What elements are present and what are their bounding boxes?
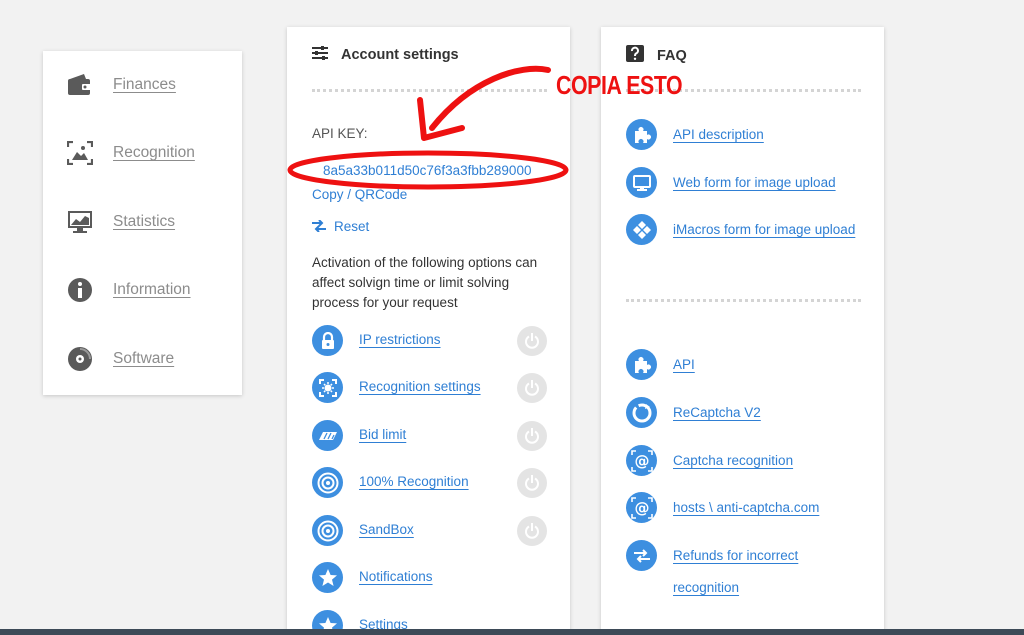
faq-title: FAQ [657,47,687,64]
option-bid-limit: Bid limit [312,420,552,452]
puzzle-icon [626,349,657,380]
faq-link-label[interactable]: iMacros form for image upload [673,214,863,246]
svg-text:@: @ [634,499,649,517]
faq-link-label[interactable]: API [673,349,863,381]
divider [312,89,547,92]
nav-label[interactable]: Information [113,281,191,299]
navigation-panel: Finances Recognition Statistics Informat… [43,51,242,395]
power-toggle[interactable] [517,421,547,451]
lock-icon [312,325,343,356]
nav-item-software[interactable]: Software [67,343,237,375]
divider [626,299,861,302]
faq-link-label[interactable]: Captcha recognition [673,445,863,477]
recaptcha-icon [626,397,657,428]
at-sign-icon: @ [626,445,657,476]
faq-link-label[interactable]: API description [673,119,863,151]
power-toggle[interactable] [517,468,547,498]
reset-button[interactable]: Reset [312,217,369,236]
power-toggle[interactable] [517,516,547,546]
nav-item-finances[interactable]: Finances [67,69,237,101]
taskbar-strip [0,629,1024,635]
faq-link-label[interactable]: Refunds for incorrect recognition [673,540,863,604]
option-sandbox: SandBox [312,515,552,547]
copy-qrcode-link[interactable]: Copy / QRCode [312,187,407,202]
option-label[interactable]: SandBox [359,522,414,537]
option-label[interactable]: IP restrictions [359,332,441,347]
faq-link-label[interactable]: ReCaptcha V2 [673,397,863,429]
nav-item-recognition[interactable]: Recognition [67,137,237,169]
account-settings-title: Account settings [341,46,459,63]
monitor-icon [626,167,657,198]
option-notifications: Notifications [312,562,552,594]
nav-item-statistics[interactable]: Statistics [67,206,237,238]
option-recognition-settings: Recognition settings [312,372,552,404]
target-icon [312,515,343,546]
faq-panel: FAQ API description Web form for image u… [601,27,884,635]
help-icon [626,45,644,66]
option-100-recognition: 100% Recognition [312,467,552,499]
swap-arrows-icon [312,217,326,236]
option-label[interactable]: Notifications [359,569,433,584]
options-description: Activation of the following options can … [312,255,538,310]
star-icon [312,562,343,593]
reset-label[interactable]: Reset [334,219,369,234]
nav-label[interactable]: Software [113,350,174,368]
bid-limit-icon [312,420,343,451]
target-icon [312,467,343,498]
nav-label[interactable]: Finances [113,76,176,94]
annotation-text: COPIA ESTO [556,70,683,100]
option-label[interactable]: Bid limit [359,427,406,442]
sliders-icon [312,45,328,64]
imacros-icon [626,214,657,245]
image-recognition-icon [67,140,93,166]
api-key-value[interactable]: 8a5a33b011d50c76f3a3fbb289000 [323,163,547,178]
info-icon [67,277,93,303]
power-toggle[interactable] [517,326,547,356]
option-ip-restrictions: IP restrictions [312,325,552,357]
disc-icon [67,346,93,372]
faq-link-label[interactable]: Web form for image upload [673,167,863,199]
wallet-icon [67,72,93,98]
option-label[interactable]: Recognition settings [359,379,481,394]
faq-header: FAQ [626,45,687,66]
svg-text:@: @ [634,452,649,470]
account-settings-header: Account settings [312,45,459,64]
power-toggle[interactable] [517,373,547,403]
account-settings-panel: Account settings API KEY: 8a5a33b011d50c… [287,27,570,635]
api-key-label: API KEY: [312,126,368,141]
puzzle-icon [626,119,657,150]
swap-arrows-icon [626,540,657,571]
nav-item-information[interactable]: Information [67,274,237,306]
option-label[interactable]: 100% Recognition [359,474,469,489]
at-sign-icon: @ [626,492,657,523]
faq-link-label[interactable]: hosts \ anti-captcha.com [673,492,863,524]
nav-label[interactable]: Recognition [113,144,195,162]
recognition-settings-icon [312,372,343,403]
statistics-monitor-icon [67,209,93,235]
nav-label[interactable]: Statistics [113,213,175,231]
